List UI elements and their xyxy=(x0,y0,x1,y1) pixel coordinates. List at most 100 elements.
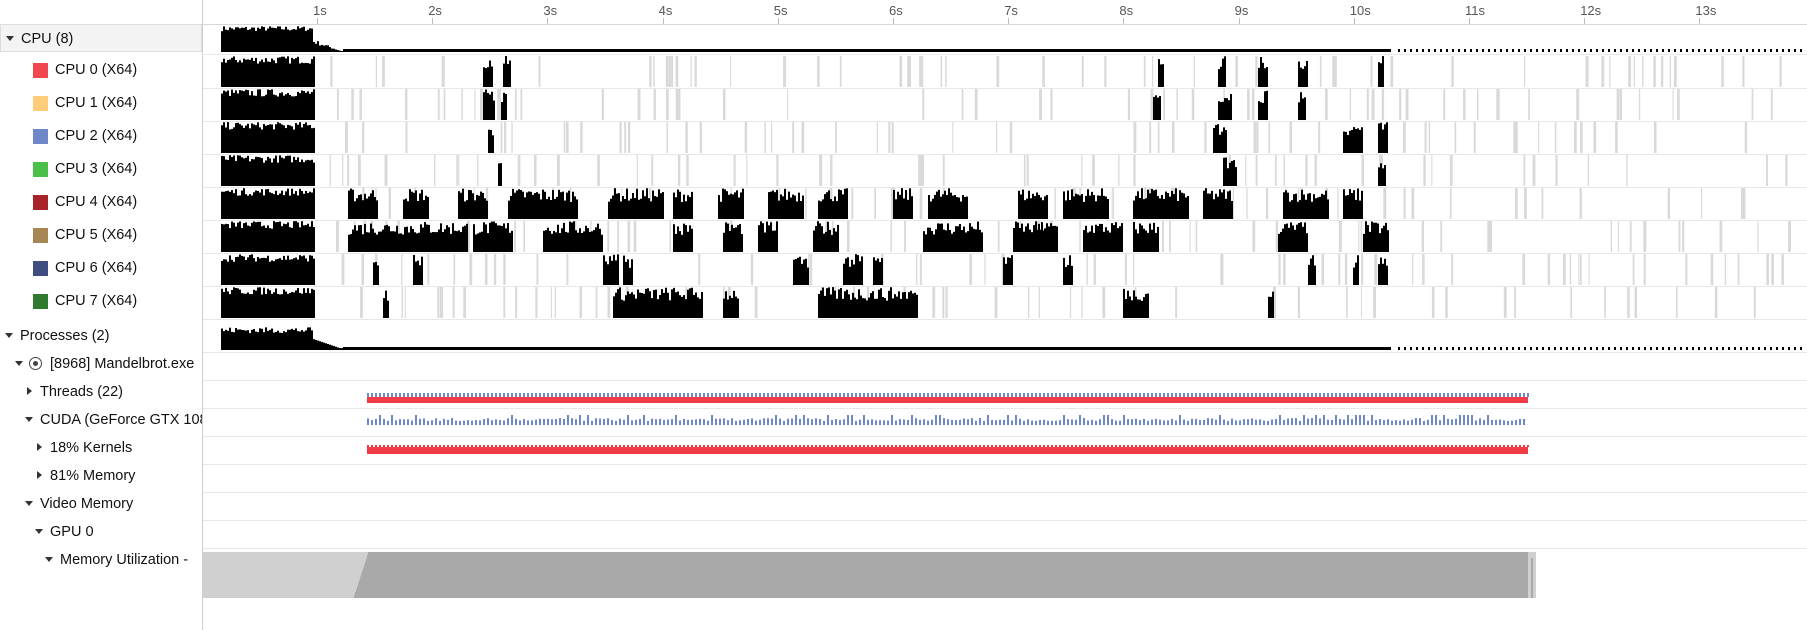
cpu-activity-bar xyxy=(501,226,503,252)
expand-chevron-icon[interactable] xyxy=(23,490,35,518)
cpu-activity-bar xyxy=(386,224,388,252)
kernel-launch-bar xyxy=(1239,420,1241,425)
row-cuda[interactable]: CUDA (GeForce GTX 108 xyxy=(0,406,202,434)
cpu-activity-bar xyxy=(1314,265,1316,285)
cpu-activity-bar xyxy=(778,200,780,219)
expand-chevron-icon[interactable] xyxy=(33,518,45,546)
cpu-activity-bar xyxy=(303,63,305,87)
expand-chevron-icon[interactable] xyxy=(13,350,25,378)
row-cpu-4[interactable]: CPU 4 (X64) xyxy=(0,188,202,216)
kernel-launch-bar xyxy=(1019,418,1021,425)
tracks-canvas[interactable] xyxy=(203,24,1807,630)
cpu-idle-tick xyxy=(649,56,652,87)
kernel-launch-bar xyxy=(1275,418,1277,425)
cpu-activity-bar xyxy=(364,224,366,252)
kernel-launch-bar xyxy=(539,418,541,425)
row-processes-group[interactable]: Processes (2) xyxy=(0,322,202,350)
cpu-idle-tick xyxy=(1473,122,1476,153)
row-mem-util[interactable]: Memory Utilization - xyxy=(0,546,202,574)
expand-chevron-icon[interactable] xyxy=(43,546,55,574)
cpu-activity-bar xyxy=(597,223,599,252)
row-gpu[interactable]: GPU 0 xyxy=(0,518,202,546)
cpu-activity-bar xyxy=(275,190,277,219)
cuda-kernel-tick xyxy=(1023,393,1025,397)
row-cpu-5[interactable]: CPU 5 (X64) xyxy=(0,221,202,249)
cuda-kernel-tick xyxy=(1471,393,1473,397)
process-usage-bar xyxy=(335,346,337,350)
expand-chevron-icon[interactable] xyxy=(23,378,35,406)
process-usage-bar xyxy=(313,339,315,350)
cpu-activity-bar xyxy=(1030,198,1032,219)
cpu-activity-bar xyxy=(675,292,677,318)
row-cpu-0[interactable]: CPU 0 (X64) xyxy=(0,56,202,84)
kernel-launch-bar xyxy=(1143,418,1145,425)
expand-chevron-icon[interactable] xyxy=(3,322,15,350)
row-memory[interactable]: 81% Memory xyxy=(0,462,202,490)
row-kernels[interactable]: 18% Kernels xyxy=(0,434,202,462)
row-cpu-6[interactable]: CPU 6 (X64) xyxy=(0,254,202,282)
cpu-activity-bar xyxy=(241,62,243,87)
cpu-usage-dot xyxy=(1716,49,1718,52)
row-video-memory[interactable]: Video Memory xyxy=(0,490,202,518)
cpu-idle-tick xyxy=(1660,56,1664,87)
cpu-activity-bar xyxy=(283,255,285,285)
cpu-activity-bar xyxy=(1095,201,1097,219)
cpu-usage-dot xyxy=(1440,49,1442,52)
kernel-launch-bar xyxy=(567,415,569,425)
cpu-usage-dot xyxy=(1692,49,1694,52)
row-cpu-7[interactable]: CPU 7 (X64) xyxy=(0,287,202,315)
cpu-activity-bar xyxy=(485,68,487,87)
kernel-launch-bar xyxy=(1243,419,1245,425)
memory-transfer-tick xyxy=(911,445,913,447)
row-process[interactable]: [8968] Mandelbrot.exe xyxy=(0,350,202,378)
cpu-activity-bar xyxy=(404,227,406,252)
cpu-idle-tick xyxy=(1740,188,1744,219)
process-usage-dot xyxy=(1776,347,1778,350)
time-ruler[interactable]: 1s 2s 3s 4s 5s 6s 7s 8s 9s 10s 11s 12s 13s xyxy=(203,0,1807,25)
cpu-activity-bar xyxy=(231,290,233,318)
cpu-activity-bar xyxy=(894,294,896,318)
expand-chevron-icon[interactable] xyxy=(33,434,45,462)
cpu-activity-bar xyxy=(608,201,610,219)
memory-transfer-tick xyxy=(591,445,593,447)
memory-transfer-tick xyxy=(875,445,877,447)
cpu-idle-tick xyxy=(686,155,689,186)
row-cpu-label: CPU 2 (X64) xyxy=(55,128,138,144)
cuda-kernel-tick xyxy=(1247,393,1249,397)
row-cpu-group[interactable]: CPU (8) xyxy=(0,24,202,52)
cpu-idle-tick xyxy=(665,56,669,87)
cpu-activity-bar xyxy=(1067,190,1069,219)
cpu-activity-bar xyxy=(508,200,510,219)
cuda-kernel-tick xyxy=(795,393,797,397)
cpu-activity-bar xyxy=(488,129,490,153)
process-usage-bar xyxy=(229,327,231,350)
cpu-activity-bar xyxy=(1183,193,1185,219)
cpu-activity-bar xyxy=(458,191,460,219)
cpu-activity-bar xyxy=(547,227,549,252)
cpu-idle-tick xyxy=(1616,89,1620,120)
kernel-launch-bar xyxy=(1323,415,1325,425)
cpu-activity-bar xyxy=(555,232,557,252)
row-threads[interactable]: Threads (22) xyxy=(0,378,202,406)
cpu-activity-bar xyxy=(648,198,650,219)
kernel-launch-bar xyxy=(1419,418,1421,425)
row-cpu-2[interactable]: CPU 2 (X64) xyxy=(0,122,202,150)
row-cpu-1[interactable]: CPU 1 (X64) xyxy=(0,89,202,117)
expand-chevron-icon[interactable] xyxy=(33,462,45,490)
timeline-tracks[interactable] xyxy=(203,24,1807,630)
cpu-idle-tick xyxy=(1113,188,1115,219)
expand-chevron-icon[interactable] xyxy=(23,406,35,434)
expand-chevron-icon[interactable] xyxy=(4,25,16,51)
cuda-kernel-tick xyxy=(839,393,841,397)
cpu-activity-bar xyxy=(1355,262,1357,285)
kernel-launch-bar xyxy=(599,418,601,425)
cpu-usage-bar xyxy=(279,26,281,52)
process-usage-bar xyxy=(325,343,327,350)
cpu-activity-bar xyxy=(545,230,547,252)
cpu-activity-bar xyxy=(303,123,305,153)
memory-transfer-tick xyxy=(947,445,949,447)
row-cpu-3[interactable]: CPU 3 (X64) xyxy=(0,155,202,183)
cpu-activity-bar xyxy=(301,127,303,153)
kernel-launch-bar xyxy=(1307,418,1309,425)
memory-transfer-tick xyxy=(1203,445,1205,447)
